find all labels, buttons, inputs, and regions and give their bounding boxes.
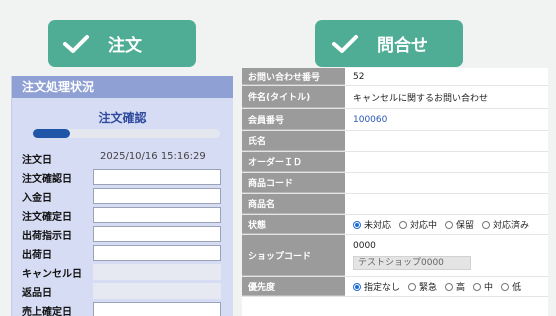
radio-icon — [482, 220, 491, 229]
table-row: 氏名 — [242, 131, 548, 152]
priority-radio-medium[interactable]: 中 — [473, 280, 493, 293]
row-label: 優先度 — [242, 277, 345, 296]
ship-instruction-date-field[interactable] — [93, 226, 221, 242]
cancel-date-row: キャンセル日 — [22, 264, 221, 280]
order-confirm-date-field[interactable] — [93, 169, 221, 185]
table-row: お問い合わせ番号 52 — [242, 68, 548, 86]
row-label: 会員番号 — [242, 109, 345, 130]
table-row: 商品名 — [242, 194, 548, 215]
shop-code-value: 0000 — [353, 241, 376, 251]
radio-checked-icon — [353, 282, 361, 291]
member-number-link[interactable]: 100060 — [345, 109, 548, 130]
table-row: オーダーＩＤ — [242, 152, 548, 173]
order-status-title: 注文処理状況 — [12, 76, 233, 98]
order-date-row: 注文日 2025/10/16 15:16:29 — [22, 150, 221, 166]
status-row: 状態 未対応 対応中 保留 対応済み — [242, 215, 548, 235]
row-label: 件名(タイトル) — [242, 86, 345, 108]
radio-label: 低 — [512, 283, 522, 293]
priority-radio-group: 指定なし 緊急 高 中 低 — [345, 277, 548, 296]
radio-label: 保留 — [456, 221, 475, 231]
row-label: 氏名 — [242, 131, 345, 151]
order-confirm-date-row: 注文確認日 — [22, 169, 221, 185]
order-progress-fill — [33, 129, 71, 138]
radio-icon — [473, 282, 482, 291]
order-status-panel: 注文処理状況 注文確認 注文日 2025/10/16 15:16:29 注文確認… — [11, 76, 233, 316]
field-label: 入金日 — [22, 192, 52, 204]
ship-date-row: 出荷日 — [22, 245, 221, 261]
payment-date-row: 入金日 — [22, 188, 221, 204]
radio-icon — [445, 220, 454, 229]
status-radio-in-progress[interactable]: 対応中 — [399, 218, 437, 231]
shop-name-field: テストショップ0000 — [353, 256, 471, 270]
row-label: 商品名 — [242, 194, 345, 214]
return-date-field — [93, 283, 221, 299]
order-date-value: 2025/10/16 15:16:29 — [100, 151, 206, 162]
row-label: 商品コード — [242, 173, 345, 193]
radio-label: 緊急 — [419, 283, 438, 293]
row-label: 状態 — [242, 215, 345, 234]
tab-inquiry-label: 問合せ — [377, 36, 428, 56]
field-label: 返品日 — [22, 287, 52, 299]
cancel-date-field — [93, 264, 221, 280]
radio-icon — [501, 282, 510, 291]
shop-code-row: ショップコード 0000 テストショップ0000 — [242, 235, 548, 277]
radio-label: 対応中 — [410, 221, 438, 231]
payment-date-field[interactable] — [93, 188, 221, 204]
checkmark-icon — [63, 34, 89, 53]
radio-icon — [445, 282, 454, 291]
priority-radio-none[interactable]: 指定なし — [353, 280, 400, 293]
priority-row: 優先度 指定なし 緊急 高 中 低 — [242, 277, 548, 297]
field-label: 出荷指示日 — [22, 230, 72, 242]
radio-icon — [399, 220, 408, 229]
name-value — [345, 131, 548, 151]
radio-checked-icon — [353, 220, 361, 229]
field-label: 出荷日 — [22, 249, 52, 261]
row-label: お問い合わせ番号 — [242, 68, 345, 85]
order-status-label: 注文確認 — [98, 111, 147, 125]
product-code-value — [345, 173, 548, 193]
table-row: 会員番号 100060 — [242, 109, 548, 131]
row-label: ショップコード — [242, 235, 345, 276]
tab-order[interactable]: 注文 — [48, 20, 196, 67]
checkmark-icon — [332, 34, 358, 53]
tab-inquiry[interactable]: 問合せ — [315, 20, 463, 67]
radio-label: 未対応 — [364, 221, 392, 231]
sales-fix-date-field[interactable] — [93, 302, 221, 316]
product-name-value — [345, 194, 548, 214]
table-row: 商品コード — [242, 173, 548, 194]
priority-radio-urgent[interactable]: 緊急 — [408, 280, 437, 293]
status-radio-done[interactable]: 対応済み — [482, 218, 529, 231]
order-id-value — [345, 152, 548, 172]
field-label: 売上確定日 — [22, 306, 72, 316]
shop-code-cell: 0000 テストショップ0000 — [345, 235, 548, 276]
return-date-row: 返品日 — [22, 283, 221, 299]
inquiry-detail-table: お問い合わせ番号 52 件名(タイトル) キャンセルに関するお問い合わせ 会員番… — [242, 68, 548, 316]
field-label: キャンセル日 — [22, 268, 82, 280]
ship-instruction-date-row: 出荷指示日 — [22, 226, 221, 242]
inquiry-number-value: 52 — [353, 71, 365, 82]
priority-radio-low[interactable]: 低 — [501, 280, 521, 293]
status-radio-group: 未対応 対応中 保留 対応済み — [345, 215, 548, 234]
radio-icon — [408, 282, 417, 291]
status-radio-unhandled[interactable]: 未対応 — [353, 218, 391, 231]
sales-fix-date-row: 売上確定日 — [22, 302, 221, 316]
order-fix-date-field[interactable] — [93, 207, 221, 223]
radio-label: 指定なし — [364, 283, 401, 293]
ship-date-field[interactable] — [93, 245, 221, 261]
radio-label: 高 — [456, 283, 466, 293]
tab-order-label: 注文 — [108, 36, 142, 56]
field-label: 注文確認日 — [22, 173, 72, 185]
order-progress-bar — [33, 129, 220, 138]
field-label: 注文日 — [22, 154, 52, 166]
order-fix-date-row: 注文確定日 — [22, 207, 221, 223]
priority-radio-high[interactable]: 高 — [445, 280, 465, 293]
status-radio-on-hold[interactable]: 保留 — [445, 218, 474, 231]
radio-label: 中 — [484, 283, 494, 293]
table-row: 件名(タイトル) キャンセルに関するお問い合わせ — [242, 86, 548, 109]
radio-label: 対応済み — [493, 221, 530, 231]
row-label: オーダーＩＤ — [242, 152, 345, 172]
subject-value: キャンセルに関するお問い合わせ — [353, 93, 489, 104]
field-label: 注文確定日 — [22, 211, 72, 223]
